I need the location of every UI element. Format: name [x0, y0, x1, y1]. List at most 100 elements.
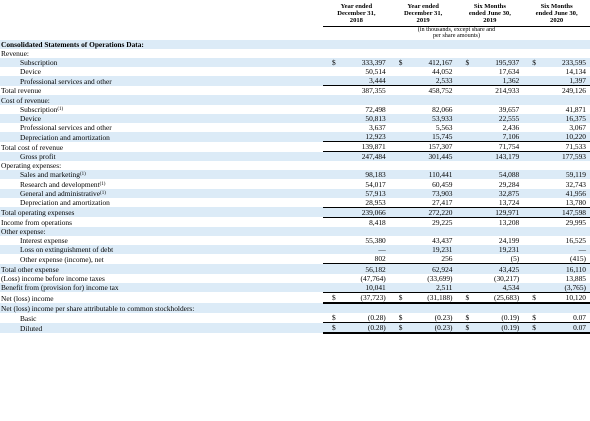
cell-value: 55,380	[365, 236, 386, 246]
row-label: Subscription	[0, 58, 323, 68]
cell-value: 110,441	[389, 170, 457, 180]
cell-value: 15,745	[389, 131, 457, 142]
cell-value: 16,525	[565, 236, 586, 246]
table-row: Total revenue 387,355 458,752 214,933 249,12…	[0, 85, 590, 96]
row-label: Loss on extinguishment of debt	[0, 245, 323, 255]
cell-value: 24,199	[498, 236, 520, 246]
cell-value	[323, 95, 390, 105]
column-header-fy2019: Year ended December 31, 2019	[389, 0, 457, 27]
cell-value: (47,764)	[360, 273, 386, 283]
cell-value	[456, 302, 524, 313]
cell-value: 60,459	[432, 179, 453, 189]
table-row: Diluted $ (0.28) $ (0.23) $ (0.19) $0.07	[0, 322, 590, 335]
table-row: Operating expenses:	[0, 161, 590, 170]
cell-value	[523, 49, 590, 58]
cell-value: 19,231	[456, 245, 524, 255]
cell-value: $ (0.23)	[389, 322, 457, 335]
table-row: Consolidated Statements of Operations Da…	[0, 39, 590, 49]
row-label: Total cost of revenue	[1, 142, 64, 152]
cell-value: 239,066	[323, 206, 390, 218]
cell-value	[389, 302, 457, 313]
table-row: Total other expense 56,182 62,924 43,425 16,…	[0, 263, 590, 274]
row-label: Device	[20, 67, 41, 77]
cell-value: 44,052	[432, 67, 453, 77]
cell-value: 71,754	[456, 140, 524, 152]
cell-value: $ (0.23)	[398, 313, 453, 323]
cell-value: $ (0.28)	[323, 322, 390, 335]
cell-value	[389, 226, 457, 237]
row-label: Other expense:	[0, 226, 323, 237]
row-label: Total revenue	[1, 86, 42, 96]
cell-value: 214,933	[456, 85, 524, 96]
cell-value: 32,743	[565, 179, 586, 189]
cell-value: 2,436	[502, 122, 520, 132]
cell-value: 129,971	[456, 206, 524, 218]
row-label: Net (loss) income per share attributable…	[0, 302, 323, 313]
cell-value: 157,307	[389, 140, 457, 152]
cell-value: 256	[441, 254, 453, 264]
table-row: Depreciation and amortization 28,953 27,41…	[0, 198, 590, 208]
cell-value: 41,871	[565, 104, 586, 114]
row-label: Other expense (income), net	[20, 254, 104, 264]
cell-value	[323, 49, 390, 58]
currency-symbol: $	[398, 58, 403, 68]
currency-symbol: $	[465, 292, 470, 302]
cell-value: 59,119	[523, 170, 590, 180]
cell-value: (5)	[510, 254, 520, 264]
row-label: Consolidated Statements of Operations Da…	[0, 39, 323, 49]
cell-value: 29,225	[389, 216, 457, 227]
cell-value: $ (37,723)	[323, 291, 390, 304]
cell-value: 249,126	[523, 85, 590, 96]
currency-symbol: $	[532, 58, 536, 68]
cell-value: 43,425	[456, 263, 524, 274]
row-label: Basic	[20, 313, 37, 323]
cell-value: 5,563	[435, 122, 453, 132]
table-row: Income from operations 8,418 29,225 13,208 2…	[0, 216, 590, 227]
cell-value: 71,533	[523, 140, 590, 152]
cell-value: 54,088	[456, 170, 524, 180]
cell-value	[390, 49, 457, 58]
cell-value: 4,534	[456, 282, 524, 293]
cell-value: 13,885	[565, 273, 586, 283]
row-label: Total operating expenses	[0, 207, 323, 218]
table-row: Gross profit 247,484 301,445 143,179 177,593	[0, 151, 590, 162]
column-header-fy2018: Year ended December 31, 2018	[323, 0, 390, 27]
currency-symbol: $	[465, 58, 470, 68]
row-label: Revenue:	[1, 49, 29, 59]
cell-value: 143,179	[456, 151, 524, 162]
currency-symbol: $	[332, 323, 336, 333]
cell-value	[323, 161, 390, 170]
cell-value	[523, 302, 590, 313]
cell-value: 43,437	[432, 236, 453, 246]
cell-value: $195,937	[456, 58, 524, 68]
cell-value: 50,813	[323, 113, 390, 123]
cell-value	[389, 95, 457, 105]
cell-value: 3,067	[569, 122, 586, 132]
row-label: Depreciation and amortization	[20, 198, 110, 208]
column-header-h1-2020: Six Months ended June 30, 2020	[523, 0, 590, 27]
cell-value: 147,598	[523, 206, 590, 218]
currency-symbol: $	[532, 323, 536, 333]
cell-value: 62,924	[389, 263, 457, 274]
table-row: Subscription(1) 72,498 82,066 39,657 41,871	[0, 105, 590, 114]
row-label: Total other expense	[0, 263, 323, 274]
cell-value: 3,637	[369, 122, 386, 132]
cell-value: $412,167	[389, 58, 457, 68]
cell-value: $0.07	[523, 322, 590, 335]
cell-value: (415)	[569, 254, 586, 264]
table-row: Device 50,813 53,933 22,555 16,375	[0, 113, 590, 123]
table-row: Other expense (income), net 802 256 (5) (415…	[0, 254, 590, 264]
cell-value: 13,724	[498, 197, 520, 207]
cell-value: 3,444	[323, 76, 390, 86]
row-label: Interest expense	[20, 236, 68, 246]
table-body: Consolidated Statements of Operations Da…	[0, 39, 590, 335]
currency-symbol: $	[532, 313, 536, 323]
footnote-marker: (1)	[57, 106, 64, 112]
cell-value	[457, 161, 524, 170]
cell-value: 10,220	[523, 131, 590, 142]
currency-symbol: $	[398, 313, 403, 323]
table-row: Total operating expenses 239,066 272,220 12…	[0, 206, 590, 218]
cell-value: 7,106	[456, 131, 524, 142]
row-label: Subscription(1)	[20, 104, 64, 114]
table-row: Net (loss) income per share attributable…	[0, 302, 590, 313]
